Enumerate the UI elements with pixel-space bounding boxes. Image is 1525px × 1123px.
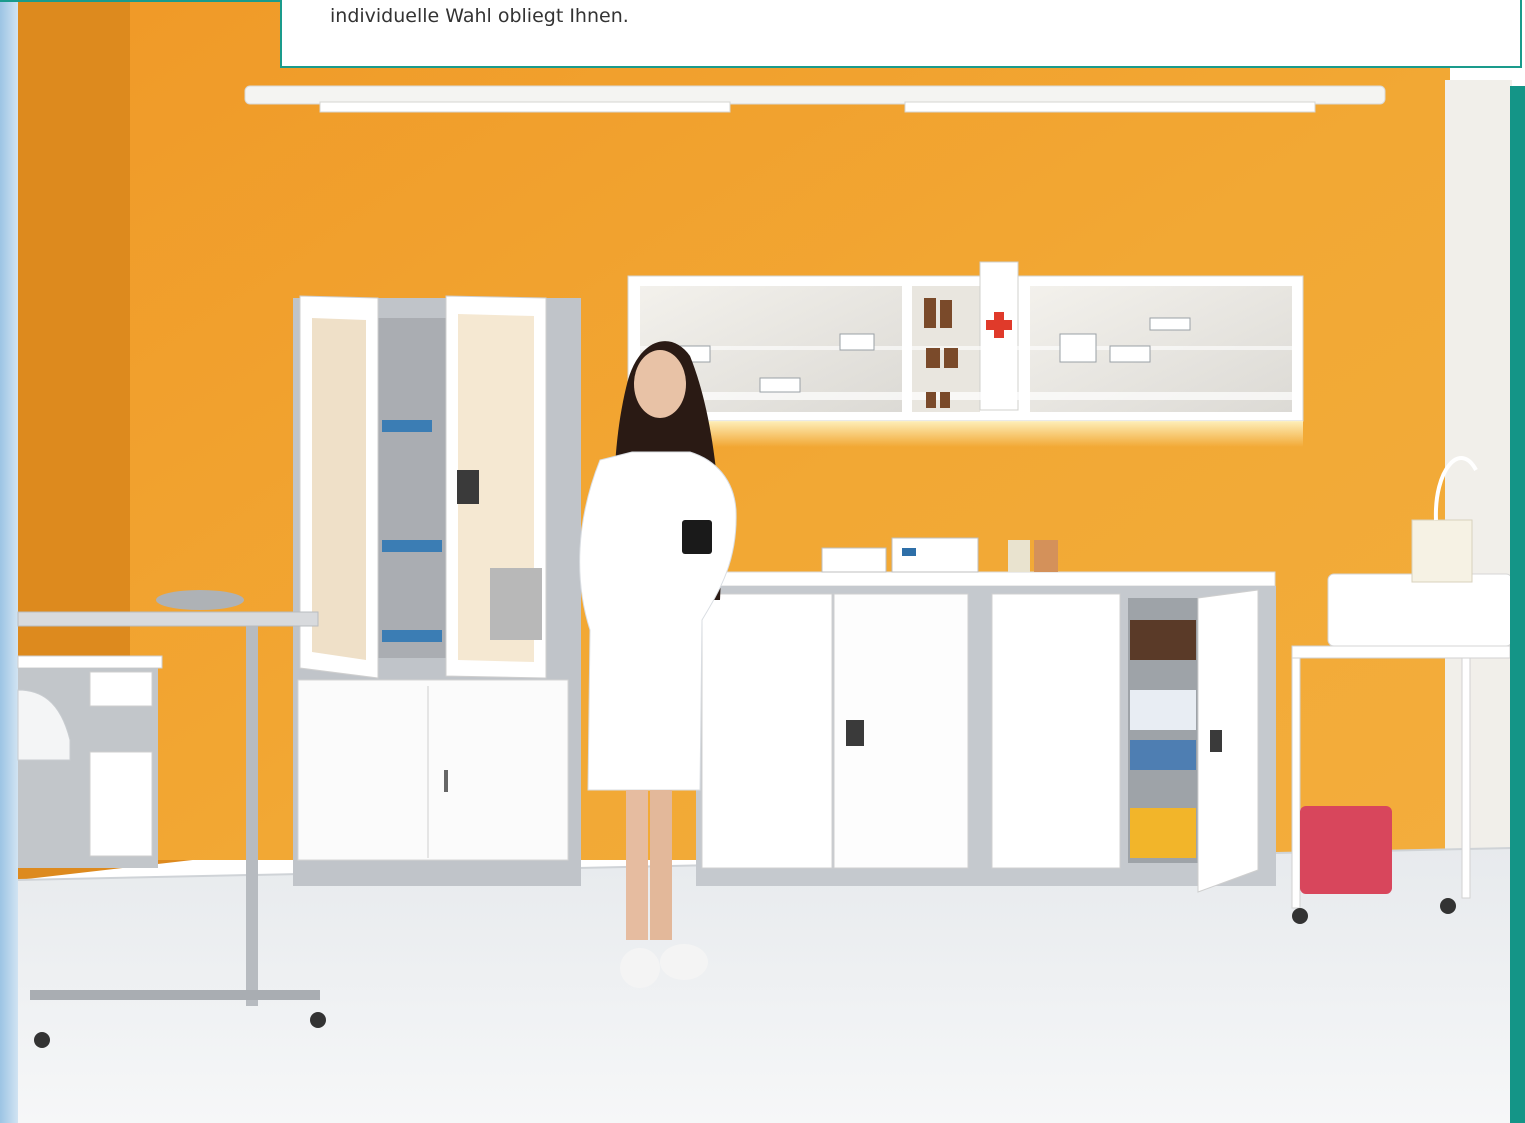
clinic-room-photo <box>0 0 1513 1123</box>
floor <box>18 848 1512 1123</box>
right-column <box>1445 80 1512 860</box>
info-text-box: individuelle Wahl obliegt Ihnen. <box>280 0 1522 68</box>
info-text: individuelle Wahl obliegt Ihnen. <box>330 5 629 27</box>
tall-glass-cabinet <box>293 295 581 886</box>
wall-glass-cabinet <box>627 261 1304 447</box>
frame-accent-bar <box>1510 86 1525 1123</box>
base-cabinets <box>696 537 1276 893</box>
ceiling-light <box>244 85 1386 105</box>
left-room-wall <box>0 0 20 1123</box>
frame-border-top <box>0 0 280 2</box>
